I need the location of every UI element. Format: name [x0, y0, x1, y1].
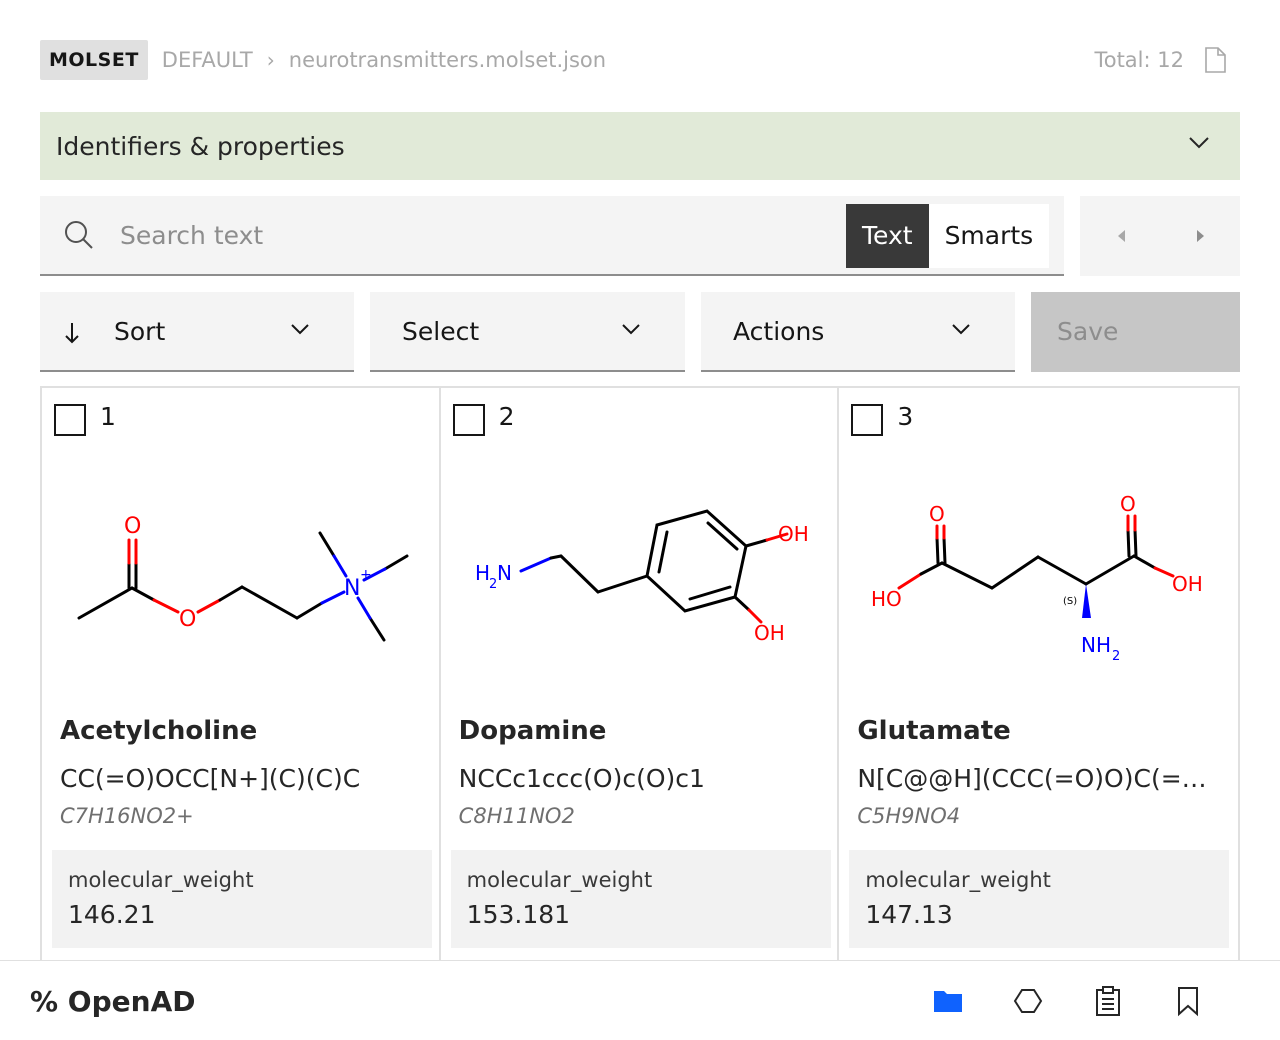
search-bar: Text Smarts — [40, 196, 1064, 276]
hydroxyl-label: OH — [1172, 572, 1203, 596]
save-button[interactable]: Save — [1031, 292, 1240, 372]
chevron-down-icon — [291, 324, 309, 335]
charge-label: + — [360, 567, 372, 583]
molecule-smiles: NCCc1ccc(O)c(O)c1 — [458, 764, 705, 793]
molecule-index: 2 — [498, 402, 515, 431]
hydroxyl-label: HO — [871, 587, 902, 611]
sort-label: Sort — [114, 317, 166, 346]
molecule-card[interactable]: 1 O O N + Acetylcholine CC(=O)OCC[N+](C)… — [42, 388, 441, 960]
property-value: 153.181 — [466, 900, 571, 929]
search-mode-switch: Text Smarts — [846, 204, 1050, 268]
select-dropdown[interactable]: Select — [370, 292, 685, 372]
molecule-formula: C5H9NO4 — [857, 804, 961, 828]
molecule-formula: C7H16NO2+ — [60, 804, 194, 828]
arrow-down-icon — [65, 323, 79, 344]
nitrogen-label: N — [497, 561, 512, 585]
property-key: molecular_weight — [466, 868, 653, 892]
actions-dropdown[interactable]: Actions — [701, 292, 1015, 372]
oxygen-label: O — [1120, 492, 1136, 516]
molecule-icon[interactable] — [1012, 985, 1044, 1017]
breadcrumb-file: neurotransmitters.molset.json — [288, 48, 607, 72]
header-bar: MOLSET DEFAULT › neurotransmitters.molse… — [40, 40, 1240, 80]
molecule-card[interactable]: 3 O O HO OH (S) NH 2 Glutamate N[C@@H](C… — [839, 388, 1238, 960]
molecule-name: Dopamine — [458, 716, 607, 746]
molecule-name: Glutamate — [857, 716, 1011, 746]
breadcrumb-separator: › — [266, 48, 275, 72]
search-icon — [65, 221, 93, 249]
molset-tag: MOLSET — [40, 40, 148, 80]
subscript-label: 2 — [1112, 649, 1120, 664]
molecule-smiles: N[C@@H](CCC(=O)O)C(=O)O — [857, 764, 1222, 793]
select-checkbox[interactable] — [851, 404, 884, 436]
molecule-grid: 1 O O N + Acetylcholine CC(=O)OCC[N+](C)… — [40, 386, 1240, 960]
mode-smarts-button[interactable]: Smarts — [929, 204, 1050, 268]
amine-label: NH — [1081, 633, 1111, 657]
chevron-down-icon — [1189, 137, 1209, 149]
total-count: Total: 12 — [1094, 48, 1184, 72]
molecule-name: Acetylcholine — [60, 716, 258, 746]
chevron-down-icon — [952, 324, 970, 335]
molecule-index: 3 — [897, 402, 914, 431]
breadcrumb-workspace[interactable]: DEFAULT — [162, 48, 253, 72]
sort-dropdown[interactable]: Sort — [40, 292, 354, 372]
property-value: 146.21 — [68, 900, 156, 929]
molecule-smiles: CC(=O)OCC[N+](C)(C)C — [60, 764, 361, 793]
select-checkbox[interactable] — [54, 404, 86, 436]
property-key: molecular_weight — [865, 868, 1051, 892]
property-box: molecular_weight 147.13 — [849, 850, 1230, 948]
caret-right-icon[interactable] — [1188, 224, 1212, 248]
select-checkbox[interactable] — [452, 404, 485, 436]
property-box: molecular_weight 153.181 — [450, 850, 831, 948]
property-key: molecular_weight — [68, 868, 254, 892]
caret-left-icon[interactable] — [1110, 224, 1134, 248]
footer-bar: % OpenAD — [0, 960, 1280, 1040]
molecule-card[interactable]: 2 H 2 N OH OH Dopamine NCCc1ccc(O)c(O)c1… — [441, 388, 840, 960]
molecule-structure-image: O O N + — [77, 514, 409, 642]
accordion-title: Identifiers & properties — [56, 131, 345, 161]
actions-label: Actions — [733, 317, 825, 346]
molecule-structure-image: H 2 N OH OH — [475, 509, 809, 645]
property-value: 147.13 — [865, 900, 953, 929]
molecule-index: 1 — [100, 402, 116, 431]
chevron-down-icon — [622, 324, 640, 335]
oxygen-label: O — [124, 514, 141, 539]
bookmark-icon[interactable] — [1172, 985, 1204, 1017]
stereo-label: (S) — [1063, 596, 1077, 607]
select-label: Select — [402, 317, 480, 346]
search-input[interactable] — [120, 210, 820, 260]
save-label: Save — [1057, 317, 1119, 346]
file-icon[interactable] — [1204, 47, 1226, 73]
brand-logo: % OpenAD — [30, 985, 196, 1018]
mode-text-button[interactable]: Text — [846, 204, 929, 268]
hydroxyl-label: OH — [778, 522, 809, 546]
identifiers-accordion[interactable]: Identifiers & properties — [40, 112, 1240, 180]
property-box: molecular_weight 146.21 — [52, 850, 432, 948]
clipboard-icon[interactable] — [1092, 985, 1124, 1017]
oxygen-label: O — [929, 502, 945, 526]
oxygen-label: O — [179, 607, 196, 632]
nitrogen-label: N — [344, 576, 360, 601]
amine-h-label: H — [475, 561, 490, 585]
molecule-structure-image: O O HO OH (S) NH 2 — [871, 492, 1203, 664]
folder-icon[interactable] — [932, 985, 964, 1017]
pagination — [1080, 196, 1240, 276]
hydroxyl-label: OH — [754, 621, 785, 645]
molecule-formula: C8H11NO2 — [458, 804, 575, 828]
